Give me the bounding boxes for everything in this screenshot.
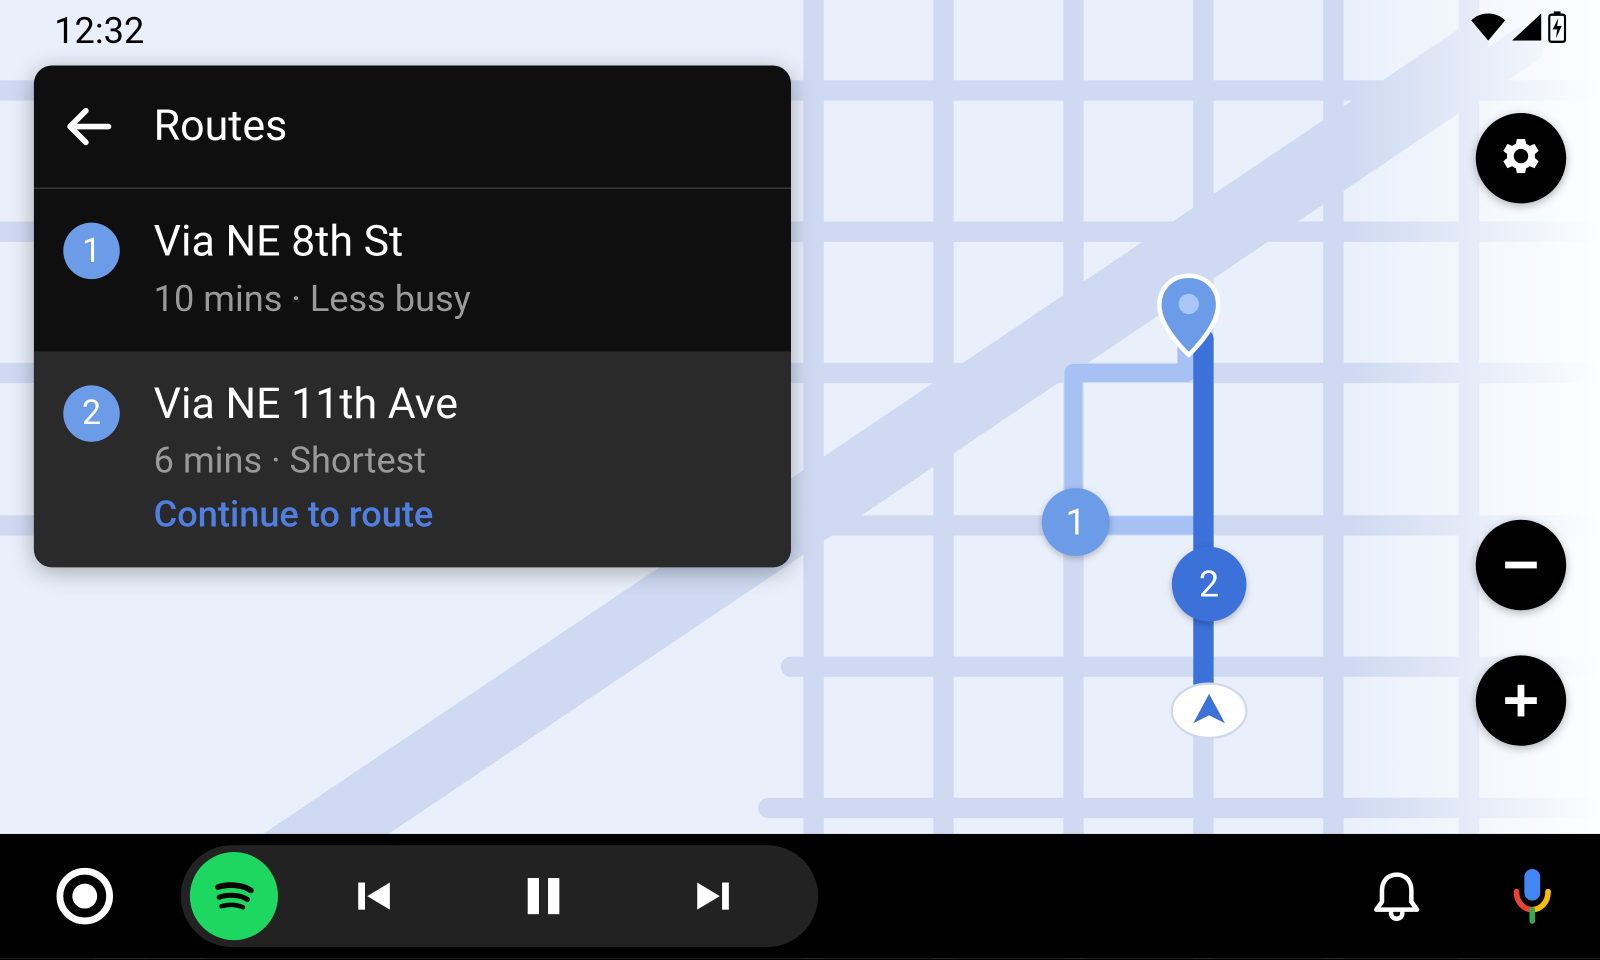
- spotify-button[interactable]: [190, 852, 278, 940]
- pause-icon: [521, 871, 566, 921]
- previous-track-button[interactable]: [301, 871, 448, 921]
- map-route-marker-1-label: 1: [1066, 501, 1086, 544]
- map-route-marker-1[interactable]: 1: [1042, 488, 1110, 556]
- map-route-marker-2-label: 2: [1199, 563, 1219, 606]
- route-1-name: Via NE 8th St: [154, 216, 471, 270]
- bell-icon: [1373, 870, 1420, 922]
- spotify-icon: [206, 868, 263, 925]
- wifi-icon: [1471, 14, 1505, 41]
- skip-previous-icon: [349, 871, 399, 921]
- skip-next-icon: [688, 871, 738, 921]
- notifications-button[interactable]: [1329, 870, 1465, 922]
- route-badge-2-num: 2: [82, 393, 101, 433]
- gear-icon: [1498, 136, 1543, 181]
- route-badge-2: 2: [63, 385, 120, 442]
- battery-charging-icon: [1548, 11, 1566, 43]
- route-option-1[interactable]: 1 Via NE 8th St 10 mins · Less busy: [34, 189, 791, 351]
- next-track-button[interactable]: [640, 871, 787, 921]
- routes-header: Routes: [34, 66, 791, 189]
- route-2-name: Via NE 11th Ave: [154, 378, 458, 432]
- arrow-left-icon: [63, 101, 115, 153]
- plus-icon: [1498, 678, 1543, 723]
- zoom-in-button[interactable]: [1476, 655, 1566, 745]
- media-controls-pill: [181, 845, 818, 947]
- pause-button[interactable]: [470, 871, 617, 921]
- routes-panel: Routes 1 Via NE 8th St 10 mins · Less bu…: [34, 66, 791, 568]
- route-badge-1: 1: [63, 223, 120, 279]
- status-clock: 12:32: [54, 9, 144, 52]
- settings-button[interactable]: [1476, 113, 1566, 203]
- cell-signal-icon: [1512, 14, 1541, 41]
- back-button[interactable]: [63, 101, 115, 153]
- voice-assistant-button[interactable]: [1464, 867, 1600, 926]
- route-badge-1-num: 1: [82, 231, 101, 271]
- route-2-action[interactable]: Continue to route: [154, 493, 458, 536]
- circle-target-icon: [54, 866, 115, 927]
- routes-title: Routes: [154, 102, 288, 152]
- route-1-subtitle: 10 mins · Less busy: [154, 276, 471, 319]
- app-launcher-button[interactable]: [0, 866, 170, 927]
- map-route-marker-2[interactable]: 2: [1172, 547, 1247, 622]
- bottom-nav-bar: [0, 834, 1600, 958]
- route-option-2[interactable]: 2 Via NE 11th Ave 6 mins · Shortest Cont…: [34, 351, 791, 567]
- status-bar: 12:32: [0, 0, 1600, 54]
- zoom-out-button[interactable]: [1476, 520, 1566, 610]
- microphone-icon: [1511, 867, 1554, 926]
- route-2-subtitle: 6 mins · Shortest: [154, 438, 458, 481]
- minus-icon: [1498, 542, 1543, 587]
